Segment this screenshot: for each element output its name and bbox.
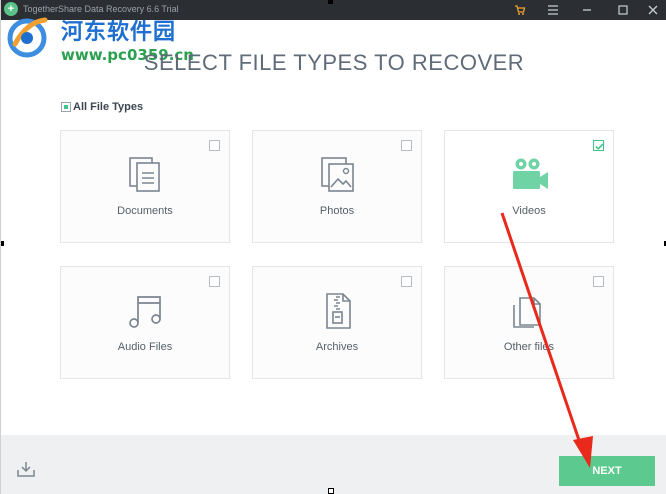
partial-checkbox-icon[interactable]: [61, 102, 71, 112]
file-type-label: Photos: [319, 205, 355, 217]
other-files-icon: [513, 297, 541, 328]
checkbox[interactable]: [401, 140, 412, 151]
file-type-label: Videos: [512, 205, 546, 217]
footer-bar: NEXT: [1, 435, 666, 494]
app-window: + TogetherShare Data Recovery 6.6 Trial …: [0, 0, 666, 494]
file-type-card-videos[interactable]: Videos: [444, 130, 614, 243]
all-file-types-checkbox[interactable]: All File Types: [61, 100, 143, 114]
maximize-icon[interactable]: [611, 0, 635, 20]
next-button[interactable]: NEXT: [559, 456, 655, 486]
edge-mark-bottom: [328, 488, 334, 494]
cart-icon[interactable]: [508, 0, 532, 20]
checkbox[interactable]: [209, 140, 220, 151]
file-type-label: Archives: [315, 341, 359, 353]
edge-mark-left: [1, 241, 4, 246]
photos-icon: [321, 157, 354, 192]
checkbox[interactable]: [593, 276, 604, 287]
checkbox[interactable]: [209, 276, 220, 287]
edge-mark-top: [328, 0, 333, 4]
close-icon[interactable]: [641, 0, 665, 20]
file-type-label: Other files: [503, 341, 555, 353]
minimize-icon[interactable]: [575, 0, 599, 20]
video-camera-icon: [513, 158, 548, 189]
page-title: SELECT FILE TYPES TO RECOVER: [143, 50, 525, 75]
file-type-card-archives[interactable]: Archives: [252, 266, 422, 379]
all-file-types-label: All File Types: [73, 101, 144, 113]
menu-icon[interactable]: [541, 0, 565, 20]
archive-icon: [326, 293, 351, 329]
file-type-card-photos[interactable]: Photos: [252, 130, 422, 243]
file-type-card-documents[interactable]: Documents: [60, 130, 230, 243]
watermark-text: 河东软件园: [61, 20, 177, 45]
checked-checkbox-icon[interactable]: [593, 140, 604, 151]
file-type-label: Audio Files: [117, 341, 173, 353]
download-icon[interactable]: [16, 460, 36, 478]
documents-icon: [129, 157, 160, 192]
checkbox[interactable]: [401, 276, 412, 287]
music-note-icon: [129, 296, 161, 328]
file-type-card-other[interactable]: Other files: [444, 266, 614, 379]
file-type-card-audio[interactable]: Audio Files: [60, 266, 230, 379]
file-type-label: Documents: [117, 205, 173, 217]
